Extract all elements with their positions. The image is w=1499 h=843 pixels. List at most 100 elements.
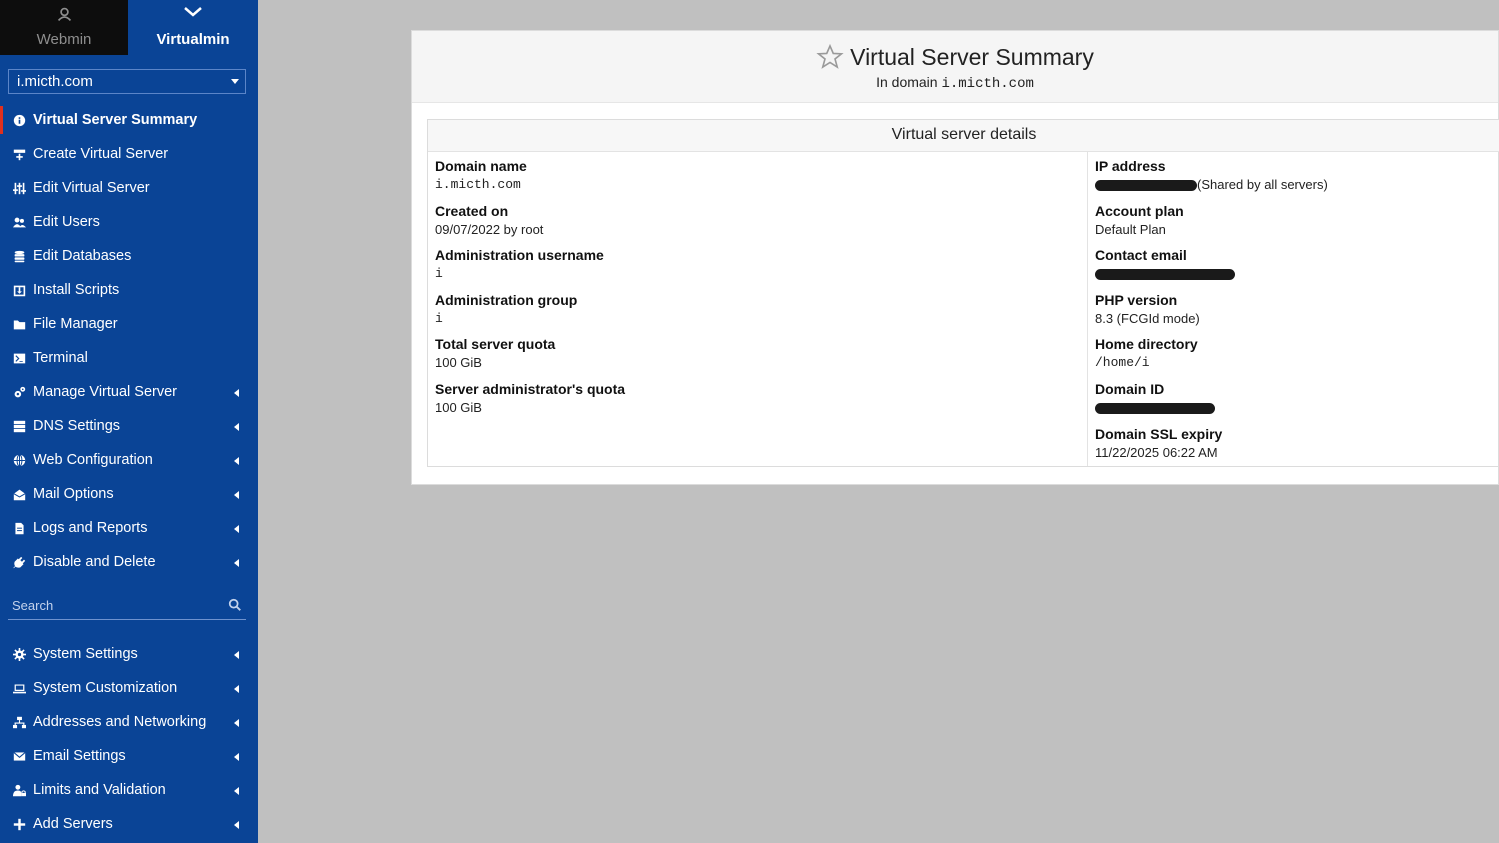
field-label: Created on bbox=[435, 202, 509, 219]
sidebar-item-disable-and-delete[interactable]: Disable and Delete bbox=[0, 545, 258, 579]
sidebar-item-label: DNS Settings bbox=[33, 418, 121, 434]
field-server-administrator-s-quota: Server administrator's quota 100 GiB bbox=[435, 381, 1080, 426]
sidebar-item-add-servers[interactable]: Add Servers bbox=[0, 807, 258, 841]
tab-virtualmin-label: Virtualmin bbox=[156, 31, 230, 48]
sidebar-item-edit-users[interactable]: Edit Users bbox=[0, 205, 258, 239]
sidebar-item-label: Terminal bbox=[33, 350, 88, 366]
server-stack-icon bbox=[12, 419, 26, 433]
field-value: Default Plan bbox=[1095, 221, 1166, 237]
subtitle-domain: i.micth.com bbox=[941, 76, 1034, 92]
details-table: Virtual server details Domain name i.mict… bbox=[427, 119, 1499, 467]
caret-left-icon bbox=[234, 685, 239, 693]
field-label: PHP version bbox=[1095, 291, 1178, 308]
plus-icon bbox=[12, 817, 26, 831]
sidebar-item-label: Edit Users bbox=[33, 214, 100, 230]
webmin-logo-icon bbox=[0, 6, 128, 26]
field-value: i bbox=[435, 310, 443, 326]
field-label: Contact email bbox=[1095, 247, 1187, 264]
field-value: (Shared by all servers) bbox=[1095, 177, 1494, 192]
sidebar-item-system-settings[interactable]: System Settings bbox=[0, 637, 258, 671]
sidebar-item-web-configuration[interactable]: Web Configuration bbox=[0, 443, 258, 477]
terminal-icon bbox=[12, 351, 26, 365]
network-icon bbox=[12, 715, 26, 729]
envelope-open-icon bbox=[12, 487, 26, 501]
field-domain-name: Domain name i.micth.com bbox=[435, 158, 1080, 203]
domain-select[interactable]: i.micth.com bbox=[8, 69, 246, 94]
sidebar-item-virtual-server-summary[interactable]: Virtual Server Summary bbox=[0, 103, 258, 137]
caret-left-icon bbox=[234, 753, 239, 761]
system-menu: System Settings System Customization Addre… bbox=[0, 637, 258, 841]
field-label: Domain name bbox=[435, 158, 527, 174]
field-label: IP address bbox=[1095, 158, 1166, 174]
plug-icon bbox=[12, 555, 26, 569]
sidebar-item-label: Logs and Reports bbox=[33, 520, 148, 536]
field-php-version: PHP version 8.3 (FCGId mode) bbox=[1095, 292, 1494, 337]
caret-left-icon bbox=[234, 491, 239, 499]
sidebar-item-create-virtual-server[interactable]: Create Virtual Server bbox=[0, 137, 258, 171]
field-administration-username: Administration username i bbox=[435, 247, 1080, 292]
field-domain-ssl-expiry: Domain SSL expiry 11/22/2025 06:22 AM bbox=[1095, 426, 1494, 471]
sidebar-item-label: Disable and Delete bbox=[33, 554, 156, 570]
field-total-server-quota: Total server quota 100 GiB bbox=[435, 336, 1080, 381]
sidebar-item-edit-databases[interactable]: Edit Databases bbox=[0, 239, 258, 273]
sidebar-item-email-settings[interactable]: Email Settings bbox=[0, 739, 258, 773]
field-value: 100 GiB bbox=[435, 399, 482, 415]
info-circle-icon bbox=[12, 113, 26, 127]
page-title-text: Virtual Server Summary bbox=[850, 43, 1094, 70]
caret-left-icon bbox=[234, 389, 239, 397]
field-ip-address: IP address (Shared by all servers) bbox=[1095, 158, 1494, 203]
caret-left-icon bbox=[234, 651, 239, 659]
sidebar-item-label: Edit Databases bbox=[33, 248, 132, 264]
folder-icon bbox=[12, 317, 26, 331]
chevron-down-icon bbox=[128, 6, 258, 26]
sidebar-item-label: System Customization bbox=[33, 680, 178, 696]
field-value: 11/22/2025 06:22 AM bbox=[1095, 444, 1218, 460]
top-tabs: Webmin Virtualmin bbox=[0, 0, 258, 55]
field-value: i.micth.com bbox=[435, 177, 521, 192]
cogs-icon bbox=[12, 385, 26, 399]
sidebar-item-file-manager[interactable]: File Manager bbox=[0, 307, 258, 341]
search-placeholder: Search bbox=[12, 598, 54, 613]
database-icon bbox=[12, 249, 26, 263]
field-value: 09/07/2022 by root bbox=[435, 221, 544, 237]
search-icon[interactable] bbox=[228, 598, 242, 612]
sidebar-item-logs-and-reports[interactable]: Logs and Reports bbox=[0, 511, 258, 545]
sidebar: Webmin Virtualmin i.micth.com Virtual Se… bbox=[0, 0, 258, 843]
sidebar-item-label: Mail Options bbox=[33, 486, 114, 502]
caret-left-icon bbox=[234, 525, 239, 533]
tab-virtualmin[interactable]: Virtualmin bbox=[128, 0, 258, 55]
field-label: Account plan bbox=[1095, 202, 1184, 219]
sidebar-item-edit-virtual-server[interactable]: Edit Virtual Server bbox=[0, 171, 258, 205]
redacted-value bbox=[1095, 403, 1215, 415]
subtitle-prefix: In domain bbox=[876, 74, 938, 90]
domain-select-value: i.micth.com bbox=[17, 73, 93, 90]
star-favorite-icon[interactable] bbox=[816, 43, 844, 71]
field-suffix: (Shared by all servers) bbox=[1197, 177, 1328, 192]
field-label: Domain SSL expiry bbox=[1095, 425, 1223, 442]
sidebar-item-terminal[interactable]: Terminal bbox=[0, 341, 258, 375]
field-label: Domain ID bbox=[1095, 380, 1165, 397]
tab-webmin[interactable]: Webmin bbox=[0, 0, 128, 55]
sidebar-item-dns-settings[interactable]: DNS Settings bbox=[0, 409, 258, 443]
sidebar-item-label: Addresses and Networking bbox=[33, 714, 207, 730]
sidebar-item-addresses-and-networking[interactable]: Addresses and Networking bbox=[0, 705, 258, 739]
sidebar-item-manage-virtual-server[interactable]: Manage Virtual Server bbox=[0, 375, 258, 409]
sidebar-item-system-customization[interactable]: System Customization bbox=[0, 671, 258, 705]
sidebar-item-install-scripts[interactable]: Install Scripts bbox=[0, 273, 258, 307]
globe-icon bbox=[12, 453, 26, 467]
details-heading: Virtual server details bbox=[428, 120, 1499, 152]
server-plus-icon bbox=[12, 147, 26, 161]
envelope-icon bbox=[12, 749, 26, 763]
sidebar-item-limits-and-validation[interactable]: Limits and Validation bbox=[0, 773, 258, 807]
field-label: Total server quota bbox=[435, 336, 556, 353]
user-lock-icon bbox=[12, 783, 26, 797]
field-account-plan: Account plan Default Plan bbox=[1095, 203, 1494, 248]
sidebar-item-label: Install Scripts bbox=[33, 282, 120, 298]
search-input[interactable]: Search bbox=[8, 592, 246, 620]
sidebar-item-label: System Settings bbox=[33, 646, 138, 662]
panel-header: Virtual Server Summary In domain i.micth… bbox=[412, 31, 1498, 103]
sidebar-item-mail-options[interactable]: Mail Options bbox=[0, 477, 258, 511]
sidebar-item-label: Create Virtual Server bbox=[33, 146, 169, 162]
page-title: Virtual Server Summary bbox=[412, 31, 1498, 71]
sidebar-item-label: Edit Virtual Server bbox=[33, 180, 150, 196]
